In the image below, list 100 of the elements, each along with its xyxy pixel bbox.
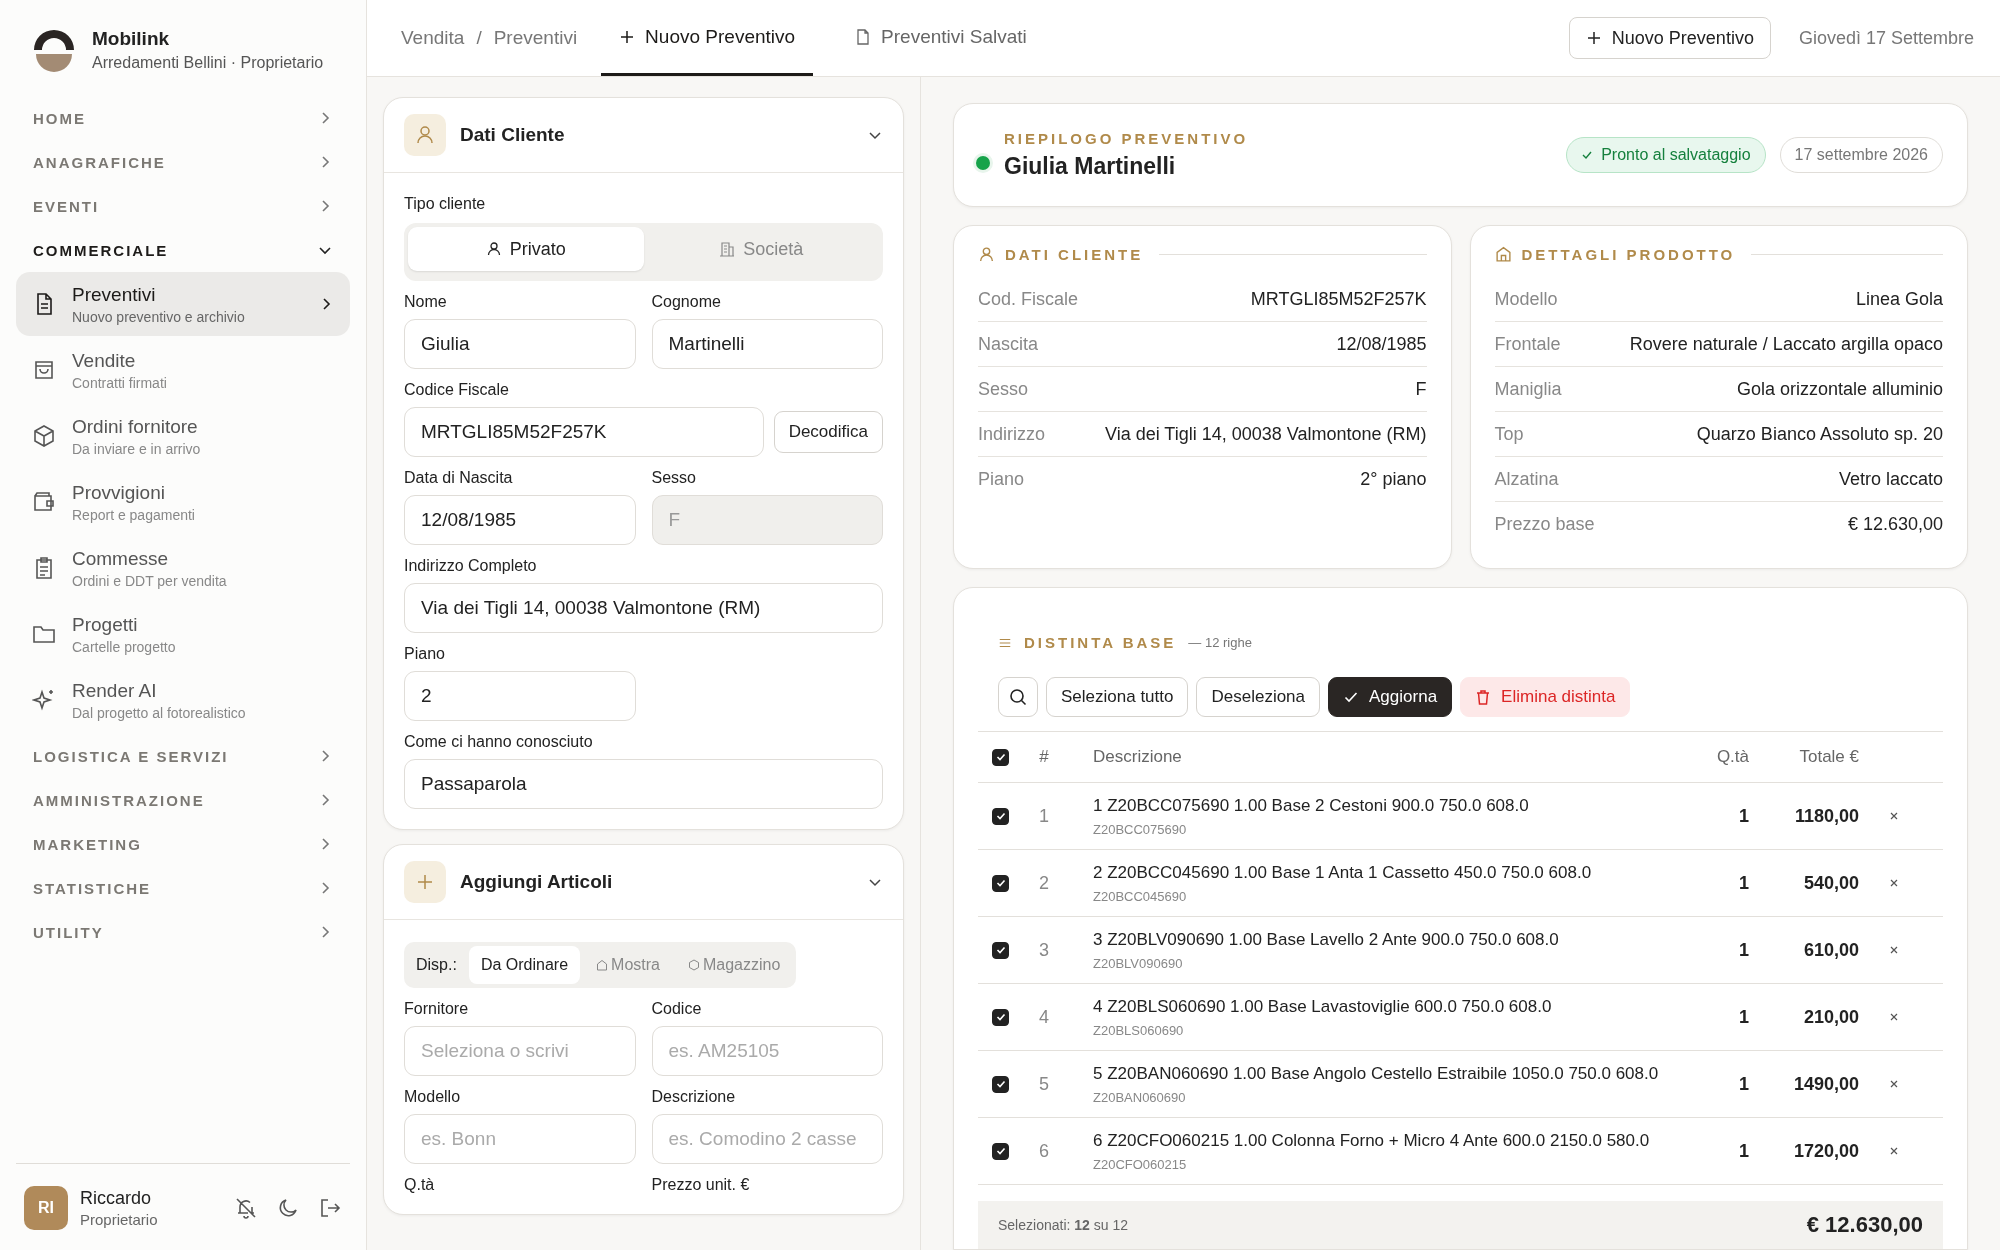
input-field[interactable]: 2 bbox=[404, 671, 636, 721]
field-label: Piano bbox=[404, 645, 446, 663]
remove-icon[interactable] bbox=[1889, 945, 1899, 955]
input-field[interactable]: Seleziona o scrivi bbox=[404, 1026, 636, 1076]
logout-icon[interactable] bbox=[318, 1196, 342, 1220]
card-title: DATI CLIENTE bbox=[1005, 246, 1144, 263]
field-label: Cognome bbox=[651, 293, 722, 311]
nav-item[interactable]: Provvigioni Report e pagamenti bbox=[16, 470, 350, 534]
row-checkbox[interactable] bbox=[992, 807, 1009, 825]
remove-icon[interactable] bbox=[1889, 1079, 1899, 1089]
row-checkbox[interactable] bbox=[992, 1008, 1009, 1026]
table-cell-text: 1 bbox=[1738, 1140, 1749, 1162]
nav-item[interactable]: Commesse Ordini e DDT per vendita bbox=[16, 536, 350, 600]
input-field[interactable]: es. Bonn bbox=[404, 1114, 636, 1164]
new-quote-button[interactable]: Nuovo Preventivo bbox=[1568, 17, 1771, 59]
grand-total: € 12.630,00 bbox=[1806, 1212, 1923, 1238]
tab[interactable]: Preventivi Salvati bbox=[837, 0, 1045, 76]
row-count: — 12 righe bbox=[1188, 635, 1252, 650]
checkmark-icon bbox=[994, 751, 1007, 763]
row-checkbox[interactable] bbox=[992, 941, 1009, 959]
table-cell-text: 210,00 bbox=[1802, 1006, 1859, 1028]
remove-icon[interactable] bbox=[1889, 1012, 1899, 1022]
table-cell-text: 1 bbox=[1738, 1073, 1749, 1095]
status-badge: Pronto al salvataggio bbox=[1566, 137, 1766, 173]
detail-label: Maniglia bbox=[1494, 378, 1562, 400]
nav-section[interactable]: UTILITY bbox=[16, 910, 350, 954]
item-code: Z20CFO060215 bbox=[1093, 1156, 1188, 1172]
nav-section[interactable]: LOGISTICA E SERVIZI bbox=[16, 734, 350, 778]
row-number: 2 bbox=[1038, 872, 1050, 894]
input-field[interactable]: Passaparola bbox=[404, 759, 883, 809]
user-role: Proprietario bbox=[80, 1211, 159, 1228]
input-field[interactable]: Giulia bbox=[404, 319, 636, 369]
nav-section[interactable]: STATISTICHE bbox=[16, 866, 350, 910]
toolbar-button[interactable]: Deseleziona bbox=[1196, 677, 1321, 717]
column-header: Totale € bbox=[1798, 747, 1859, 767]
nav-item[interactable]: Ordini fornitore Da inviare e in arrivo bbox=[16, 404, 350, 468]
column-header: Descrizione bbox=[1092, 747, 1183, 767]
nav-section[interactable]: ANAGRAFICHE bbox=[16, 140, 350, 184]
segment-option[interactable]: Da Ordinare bbox=[468, 946, 581, 984]
toolbar-button[interactable]: Seleziona tutto bbox=[1046, 677, 1189, 717]
bell-off-icon[interactable] bbox=[234, 1196, 258, 1220]
checkmark-icon bbox=[994, 877, 1007, 889]
bag-icon bbox=[32, 358, 56, 382]
toolbar-button[interactable]: Elimina distinta bbox=[1460, 677, 1631, 717]
detail-label: Nascita bbox=[978, 333, 1039, 355]
building-icon bbox=[719, 241, 736, 257]
toolbar-button[interactable]: Aggiorna bbox=[1328, 677, 1453, 717]
card-title: Aggiungi Articoli bbox=[460, 871, 614, 893]
detail-label: Piano bbox=[978, 468, 1025, 490]
row-checkbox[interactable] bbox=[992, 874, 1009, 892]
nav-section[interactable]: HOME bbox=[16, 96, 350, 140]
detail-label: Cod. Fiscale bbox=[978, 288, 1079, 310]
user-icon bbox=[404, 114, 446, 156]
item-code: Z20BCC075690 bbox=[1093, 821, 1188, 837]
toggle-label: Disp.: bbox=[415, 956, 458, 974]
breadcrumb-link[interactable]: Preventivi bbox=[493, 27, 578, 49]
field-label: Modello bbox=[404, 1088, 462, 1106]
item-description: 2 Z20BCC045690 1.00 Base 1 Anta 1 Cassetto 450.0 750.0 608.0 bbox=[1093, 862, 1593, 883]
remove-icon[interactable] bbox=[1889, 1146, 1899, 1156]
input-field[interactable]: es. AM25105 bbox=[651, 1026, 883, 1076]
selection-count: Selezionati: 12 su 12 bbox=[998, 1217, 1128, 1233]
nav-item[interactable]: Vendite Contratti firmati bbox=[16, 338, 350, 402]
remove-icon[interactable] bbox=[1889, 811, 1899, 821]
row-number: 5 bbox=[1038, 1073, 1050, 1095]
detail-label: Indirizzo bbox=[978, 423, 1046, 445]
input-field[interactable]: MRTGLI85M52F257K bbox=[404, 407, 764, 457]
checkmark-icon bbox=[994, 944, 1007, 956]
cube-icon bbox=[32, 424, 56, 448]
nav-item[interactable]: Progetti Cartelle progetto bbox=[16, 602, 350, 666]
nav-section[interactable]: COMMERCIALE bbox=[16, 228, 350, 272]
input-field[interactable]: Via dei Tigli 14, 00038 Valmontone (RM) bbox=[404, 583, 883, 633]
row-checkbox[interactable] bbox=[992, 1075, 1009, 1093]
trash-icon bbox=[1475, 689, 1492, 705]
table-cell-text: 1180,00 bbox=[1793, 805, 1859, 827]
house-icon bbox=[596, 959, 609, 971]
nav-item[interactable]: Render AI Dal progetto al fotorealistico bbox=[16, 668, 350, 732]
remove-icon[interactable] bbox=[1889, 878, 1899, 888]
nav-section[interactable]: EVENTI bbox=[16, 184, 350, 228]
column-header: # bbox=[1038, 747, 1050, 767]
checkmark-icon bbox=[994, 1078, 1007, 1090]
plus-icon bbox=[1585, 30, 1602, 46]
nav-section[interactable]: MARKETING bbox=[16, 822, 350, 866]
document-icon bbox=[855, 28, 872, 45]
select-all-checkbox[interactable] bbox=[992, 748, 1009, 766]
input-field[interactable]: es. Comodino 2 casse bbox=[651, 1114, 883, 1164]
input-field[interactable]: Martinelli bbox=[651, 319, 883, 369]
card-title: DETTAGLI PRODOTTO bbox=[1521, 246, 1736, 263]
plus-icon bbox=[404, 861, 446, 903]
search-button[interactable] bbox=[998, 677, 1038, 717]
row-checkbox[interactable] bbox=[992, 1142, 1009, 1160]
input-field[interactable]: 12/08/1985 bbox=[404, 495, 636, 545]
section-title: DISTINTA BASE bbox=[1024, 634, 1177, 651]
segment-option[interactable]: Privato bbox=[408, 227, 644, 271]
breadcrumb-link[interactable]: Vendita bbox=[401, 27, 465, 49]
hexagon-icon bbox=[687, 959, 700, 971]
field-label: Descrizione bbox=[651, 1088, 737, 1106]
decode-button[interactable]: Decodifica bbox=[773, 411, 883, 453]
field-label: Indirizzo Completo bbox=[404, 557, 538, 575]
nav-item[interactable]: Preventivi Nuovo preventivo e archivio bbox=[16, 272, 350, 336]
nav-section[interactable]: AMMINISTRAZIONE bbox=[16, 778, 350, 822]
